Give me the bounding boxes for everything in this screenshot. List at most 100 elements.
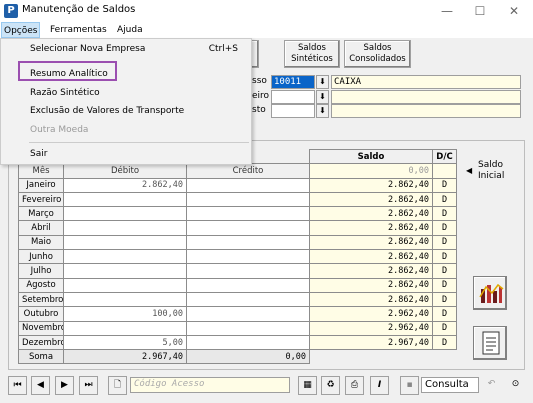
saldo-cell: 2.962,40 xyxy=(309,306,433,322)
dc-cell: D xyxy=(432,320,457,336)
table-row: Fevereiro 2.862,40 D xyxy=(18,191,457,208)
button-line: Saldos xyxy=(363,43,392,53)
report-button[interactable] xyxy=(473,326,507,360)
credito-cell[interactable] xyxy=(186,291,310,308)
dc-anterior[interactable] xyxy=(432,163,457,179)
menu-sair[interactable]: Sair xyxy=(2,145,250,163)
menu-razao-sintetico[interactable]: Razão Sintético xyxy=(2,84,250,102)
credito-cell[interactable] xyxy=(186,191,310,208)
field-2-code[interactable] xyxy=(271,90,315,104)
debito-cell[interactable] xyxy=(63,291,187,308)
maximize-button[interactable]: ☐ xyxy=(463,0,497,22)
next-record-icon[interactable]: ▶ xyxy=(55,376,74,395)
saldo-anterior[interactable]: 0,00 xyxy=(309,163,433,179)
debito-cell[interactable] xyxy=(63,263,187,279)
opcoes-dropdown: Selecionar Nova Empresa Ctrl+S Resumo An… xyxy=(0,38,252,165)
codigo-acesso-combo[interactable]: Código Acesso xyxy=(130,377,290,393)
saldo-inicial-arrow[interactable]: ◀ xyxy=(466,166,472,175)
print-icon[interactable]: ⎙ xyxy=(345,376,364,395)
recycle-icon[interactable]: ♻ xyxy=(321,376,340,395)
saldo-cell: 2.862,40 xyxy=(309,206,433,222)
table-row: Dezembro 5,00 2.967,40 D xyxy=(18,334,457,351)
debito-cell[interactable] xyxy=(63,277,187,293)
saldos-sinteticos-button[interactable]: Saldos Sintéticos xyxy=(284,40,340,68)
credito-cell[interactable] xyxy=(186,220,310,236)
credito-cell[interactable] xyxy=(186,249,310,265)
menu-ferramentas[interactable]: Ferramentas xyxy=(48,22,109,38)
menu-exclusao-valores-transporte[interactable]: Exclusão de Valores de Transporte xyxy=(2,102,250,120)
dc-header: D/C xyxy=(432,148,457,165)
previous-record-icon[interactable]: ◀ xyxy=(31,376,50,395)
debito-cell[interactable]: 100,00 xyxy=(63,306,187,322)
title-bar: P Manutenção de Saldos — ☐ ✕ xyxy=(0,0,533,22)
debito-cell[interactable] xyxy=(63,191,187,208)
debito-cell[interactable] xyxy=(63,320,187,336)
credito-cell[interactable] xyxy=(186,306,310,322)
menu-item-shortcut: Ctrl+S xyxy=(208,44,238,54)
lookup-arrow-3[interactable]: ⬇ xyxy=(316,104,329,118)
dc-cell: D xyxy=(432,306,457,322)
table-row: Abril 2.862,40 D xyxy=(18,220,457,236)
last-record-icon[interactable]: ⏭ xyxy=(79,376,98,395)
new-document-icon[interactable]: 🗋 xyxy=(108,376,127,395)
credito-cell[interactable] xyxy=(186,320,310,336)
italic-icon[interactable]: I xyxy=(370,376,389,395)
lookup-arrow-1[interactable]: ⬇ xyxy=(316,75,329,89)
conta-code-field[interactable]: 10011 xyxy=(271,75,315,89)
credito-cell[interactable] xyxy=(186,177,310,193)
menu-selecionar-nova-empresa[interactable]: Selecionar Nova Empresa Ctrl+S xyxy=(2,40,250,58)
field-label-2: eiro xyxy=(252,91,270,101)
debito-cell[interactable] xyxy=(63,234,187,251)
chart-button[interactable] xyxy=(473,276,507,310)
field-3-code[interactable] xyxy=(271,104,315,118)
table-row: Junho 2.862,40 D xyxy=(18,249,457,265)
codigo-acesso-placeholder: Código Acesso xyxy=(134,379,205,389)
table-row: Março 2.862,40 D xyxy=(18,206,457,222)
binoculars-icon[interactable]: ⊙ xyxy=(506,376,525,395)
menu-item-label: Razão Sintético xyxy=(30,88,100,98)
month-cell: Junho xyxy=(18,249,64,265)
credito-cell[interactable] xyxy=(186,263,310,279)
debito-cell[interactable]: 5,00 xyxy=(63,334,187,351)
label-line: Inicial xyxy=(478,171,505,181)
dc-cell: D xyxy=(432,249,457,265)
close-button[interactable]: ✕ xyxy=(497,0,531,22)
field-3-name[interactable] xyxy=(331,104,521,118)
saldo-cell: 2.862,40 xyxy=(309,277,433,293)
debito-cell[interactable]: 2.862,40 xyxy=(63,177,187,193)
first-record-icon[interactable]: ⏮ xyxy=(8,376,27,395)
undo-icon[interactable]: ↶ xyxy=(482,376,501,395)
month-cell: Maio xyxy=(18,234,64,251)
save-icon[interactable]: ▪ xyxy=(400,376,419,395)
month-cell: Fevereiro xyxy=(18,191,64,208)
month-cell: Março xyxy=(18,206,64,222)
conta-name-field[interactable]: CAIXA xyxy=(331,75,521,89)
saldo-header: Saldo xyxy=(309,148,433,165)
credito-cell[interactable] xyxy=(186,206,310,222)
field-2-name[interactable] xyxy=(331,90,521,104)
menu-item-label: Sair xyxy=(30,149,48,159)
month-cell: Abril xyxy=(18,220,64,236)
table-row: Maio 2.862,40 D xyxy=(18,234,457,251)
credito-cell[interactable] xyxy=(186,334,310,351)
save-grid-icon[interactable]: ▦ xyxy=(298,376,317,395)
debito-cell[interactable] xyxy=(63,206,187,222)
soma-debito: 2.967,40 xyxy=(63,349,187,365)
credito-cell[interactable] xyxy=(186,234,310,251)
menu-ajuda[interactable]: Ajuda xyxy=(115,22,145,38)
saldo-cell: 2.967,40 xyxy=(309,334,433,351)
saldo-inicial-label[interactable]: Saldo Inicial xyxy=(478,160,504,182)
table-row: Novembro 2.962,40 D xyxy=(18,320,457,336)
minimize-button[interactable]: — xyxy=(430,0,464,22)
debito-cell[interactable] xyxy=(63,220,187,236)
saldo-cell: 2.862,40 xyxy=(309,263,433,279)
button-line: Consolidados xyxy=(349,54,406,64)
debito-header: Débito xyxy=(63,163,187,179)
lookup-arrow-2[interactable]: ⬇ xyxy=(316,90,329,104)
debito-cell[interactable] xyxy=(63,249,187,265)
menu-opcoes[interactable]: Opções xyxy=(1,22,41,38)
month-cell: Julho xyxy=(18,263,64,279)
saldos-consolidados-button[interactable]: Saldos Consolidados xyxy=(344,40,411,68)
credito-cell[interactable] xyxy=(186,277,310,293)
button-line: Sintéticos xyxy=(291,54,333,64)
